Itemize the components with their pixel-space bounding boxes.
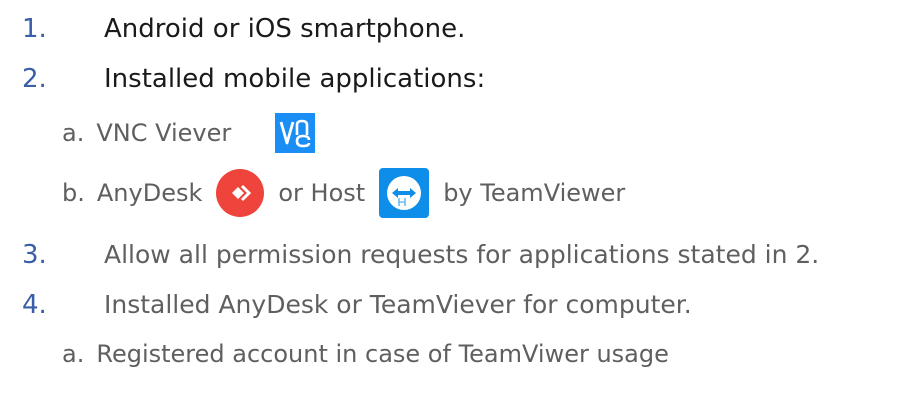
list-item-2: 2. Installed mobile applications: [0,64,485,94]
sub-letter: b. [62,179,85,207]
sub-item-anydesk: b. AnyDesk or Host by TeamViewer [0,166,625,220]
sub-item-vnc: a. VNC Viever [0,110,316,156]
sub-letter: a. [62,119,85,147]
list-item-4: 4. Installed AnyDesk or TeamViever for c… [0,289,692,320]
list-text: Allow all permission requests for applic… [104,240,820,269]
list-text: Installed mobile applications: [104,64,486,94]
teamviewer-host-icon [379,168,430,218]
list-text: Android or iOS smartphone. [104,14,466,44]
vnc-viewer-icon [275,113,316,153]
anydesk-icon [216,169,265,217]
list-item-1: 1. Android or iOS smartphone. [0,14,465,44]
sub-text: Registered account in case of TeamViwer … [96,340,669,368]
list-text: Installed AnyDesk or TeamViever for comp… [104,290,692,319]
list-number: 2. [22,64,47,94]
list-number: 4. [22,289,47,320]
sub-text: VNC Viever [96,119,232,147]
sub-text-or-host: or Host [278,179,366,207]
sub-item-registered: a. Registered account in case of TeamViw… [0,340,669,368]
sub-text-anydesk: AnyDesk [96,179,203,207]
list-item-3: 3. Allow all permission requests for app… [0,239,820,270]
sub-text-by-teamviewer: by TeamViewer [443,179,626,207]
sub-letter: a. [62,340,85,368]
list-number: 1. [22,14,47,44]
list-number: 3. [22,239,47,270]
